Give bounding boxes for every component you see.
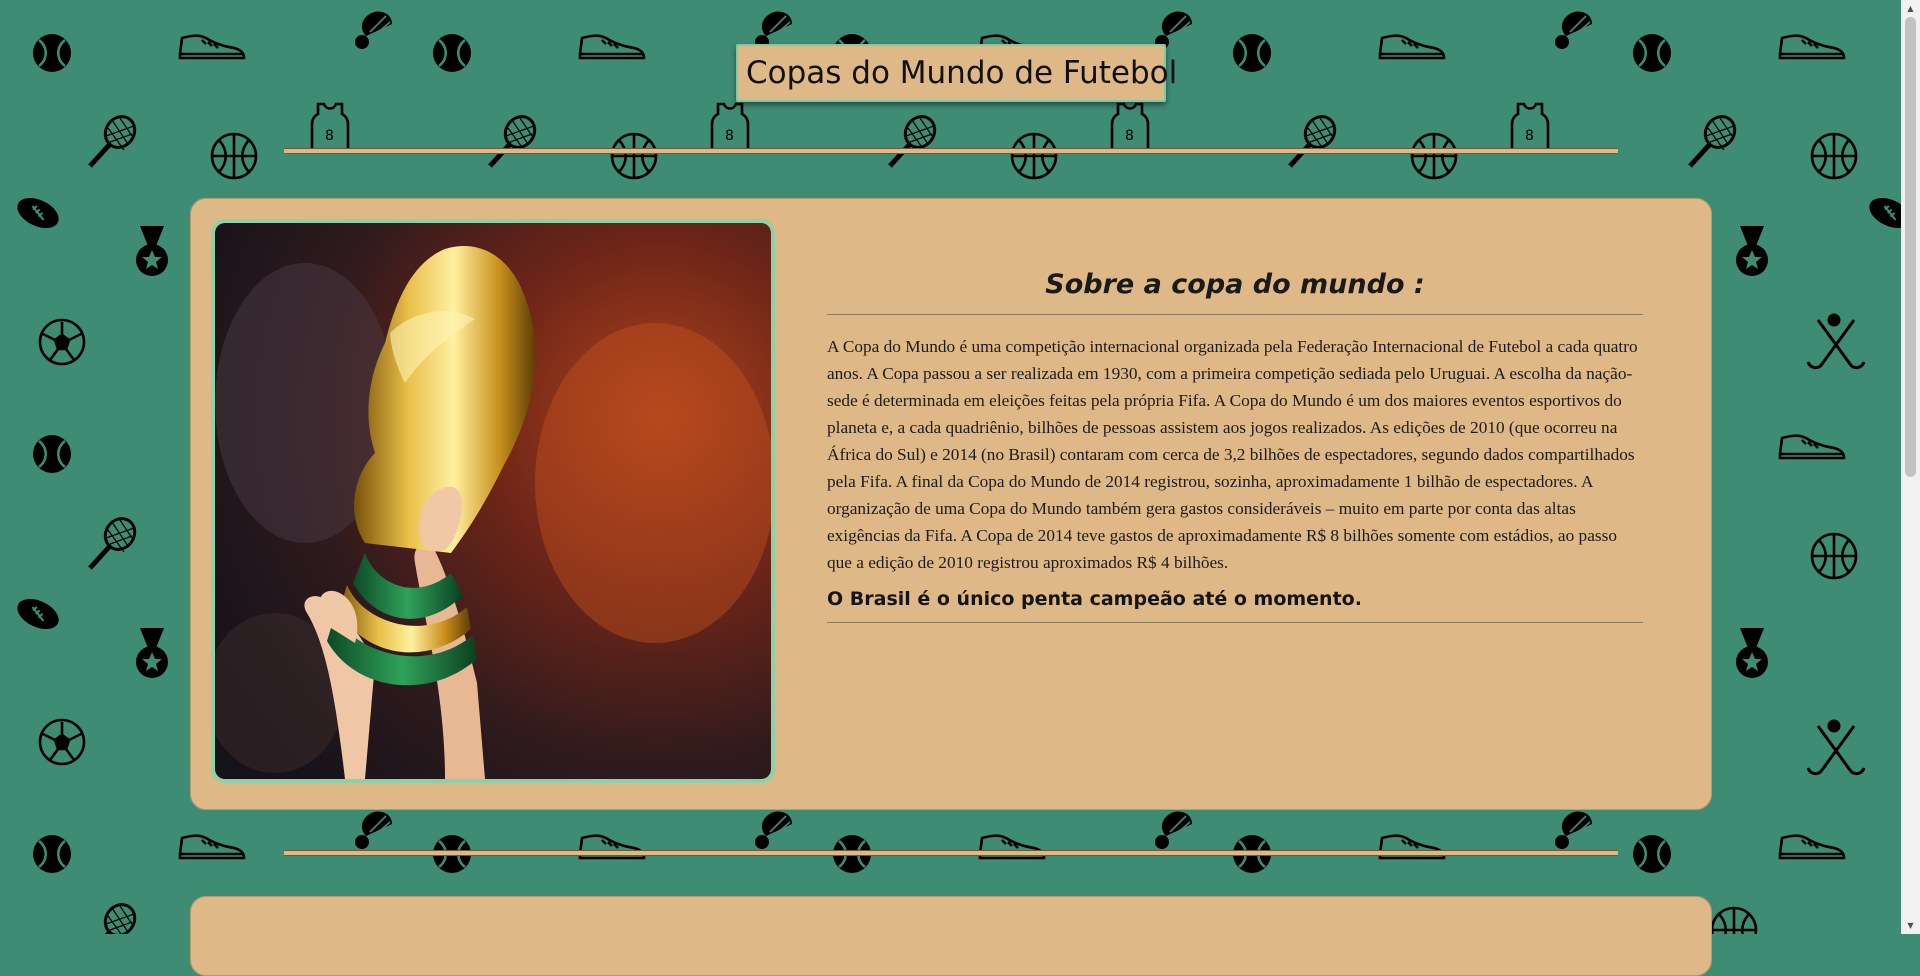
trophy-photo [215,223,771,779]
brazil-highlight: O Brasil é o único penta campeão até o m… [827,588,1643,623]
section-divider [284,148,1618,154]
scrollbar-thumb[interactable] [1905,17,1916,477]
next-card [190,896,1712,976]
about-paragraph: A Copa do Mundo é uma competição interna… [827,337,1638,572]
about-section: Sobre a copa do mundo : A Copa do Mundo … [827,269,1643,623]
about-card: Sobre a copa do mundo : A Copa do Mundo … [190,198,1712,810]
section-divider-2 [284,850,1618,856]
world-cup-trophy-image [211,219,775,783]
scroll-up-icon[interactable]: ▲ [1901,0,1920,17]
vertical-scrollbar[interactable]: ▲ ▼ [1901,0,1920,934]
about-heading: Sobre a copa do mundo : [827,269,1643,315]
page-title: Copas do Mundo de Futebol [736,44,1177,102]
scroll-down-icon[interactable]: ▼ [1901,917,1920,934]
